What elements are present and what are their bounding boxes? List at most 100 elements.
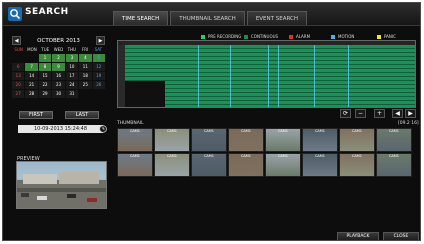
calendar-day[interactable]: 18 bbox=[79, 72, 92, 80]
thumbnail-item[interactable]: CAM1 bbox=[339, 153, 375, 177]
tab-thumbnail-search[interactable]: THUMBNAIL SEARCH bbox=[170, 11, 245, 25]
calendar-day[interactable]: 7 bbox=[25, 63, 38, 71]
title-bar: SEARCH TIME SEARCH THUMBNAIL SEARCH EVEN… bbox=[3, 3, 420, 26]
thumbnail-item[interactable]: CAM1 bbox=[376, 153, 412, 177]
thumbnail-item[interactable]: CAM1 bbox=[191, 128, 227, 152]
thumbnail-item[interactable]: CAM1 bbox=[117, 128, 153, 152]
calendar-day-empty bbox=[79, 90, 91, 98]
calendar-day[interactable]: 14 bbox=[25, 72, 38, 80]
thumbnail-camera-label: CAM1 bbox=[203, 129, 215, 133]
thumbnail-item[interactable]: CAM1 bbox=[376, 128, 412, 152]
window-title: SEARCH bbox=[25, 7, 69, 17]
legend-panic: PANIC bbox=[377, 34, 396, 39]
thumbnail-item[interactable]: CAM1 bbox=[302, 128, 338, 152]
datetime-field[interactable]: 10-09-2013 15:24:48 bbox=[18, 125, 103, 133]
calendar-day[interactable]: 3 bbox=[65, 54, 79, 62]
prev-month-button[interactable]: ◀ bbox=[12, 36, 21, 45]
clock-icon[interactable] bbox=[99, 125, 107, 133]
timeline-grid bbox=[125, 45, 415, 107]
motion-event-marker bbox=[278, 45, 279, 107]
calendar-day[interactable]: 16 bbox=[52, 72, 65, 80]
calendar-day[interactable]: 23 bbox=[52, 81, 65, 89]
calendar-day[interactable]: 17 bbox=[65, 72, 79, 80]
search-icon bbox=[8, 7, 22, 21]
calendar-day[interactable]: 4 bbox=[79, 54, 92, 62]
next-button[interactable]: ▶ bbox=[405, 109, 416, 118]
thumbnail-item[interactable]: CAM1 bbox=[265, 153, 301, 177]
prev-button[interactable]: ◀ bbox=[392, 109, 403, 118]
calendar-day[interactable]: 28 bbox=[25, 90, 38, 98]
calendar-month-label: OCTOBER 2013 bbox=[37, 37, 80, 44]
refresh-button[interactable]: ⟳ bbox=[340, 109, 351, 118]
weekday-label: TUE bbox=[41, 47, 50, 52]
calendar-day[interactable]: 26 bbox=[92, 81, 105, 89]
calendar-day[interactable]: 11 bbox=[79, 63, 92, 71]
thumbnail-camera-label: CAM1 bbox=[314, 129, 326, 133]
calendar-day-empty bbox=[25, 54, 37, 62]
tab-event-search[interactable]: EVENT SEARCH bbox=[246, 11, 307, 25]
legend-pre-recording: PRE RECORDING bbox=[201, 34, 241, 39]
calendar-day[interactable]: 8 bbox=[38, 63, 52, 71]
calendar-day[interactable]: 9 bbox=[52, 63, 65, 71]
calendar-day[interactable]: 19 bbox=[92, 72, 105, 80]
next-month-button[interactable]: ▶ bbox=[96, 36, 105, 45]
legend-label: PRE RECORDING bbox=[208, 34, 242, 39]
thumbnail-camera-label: CAM1 bbox=[129, 129, 141, 133]
weekday-label: THU bbox=[67, 47, 76, 52]
thumbnail-camera-label: CAM1 bbox=[277, 129, 289, 133]
legend-swatch bbox=[289, 34, 293, 39]
calendar-day[interactable]: 10 bbox=[65, 63, 79, 71]
calendar-day[interactable]: 12 bbox=[92, 63, 105, 71]
calendar: ◀ OCTOBER 2013 ▶ SUN MON TUE WED THU FRI… bbox=[12, 36, 105, 98]
motion-event-marker bbox=[314, 45, 315, 107]
calendar-day-empty bbox=[93, 90, 105, 98]
chevron-right-icon: ▶ bbox=[408, 110, 413, 117]
calendar-day[interactable]: 21 bbox=[25, 81, 38, 89]
thumbnail-item[interactable]: CAM1 bbox=[117, 153, 153, 177]
preview-scene-image bbox=[17, 172, 106, 208]
thumbnail-camera-label: CAM1 bbox=[351, 154, 363, 158]
thumbnail-item[interactable]: CAM1 bbox=[154, 153, 190, 177]
legend-swatch bbox=[377, 34, 381, 39]
chevron-left-icon: ◀ bbox=[395, 110, 400, 117]
calendar-day[interactable]: 2 bbox=[52, 54, 65, 62]
search-window: SEARCH TIME SEARCH THUMBNAIL SEARCH EVEN… bbox=[2, 2, 421, 241]
calendar-day[interactable]: 13 bbox=[12, 72, 25, 80]
weekday-label: SAT bbox=[94, 47, 103, 52]
playback-button[interactable]: PLAYBACK bbox=[337, 232, 379, 240]
calendar-day[interactable]: 1 bbox=[38, 54, 52, 62]
last-button[interactable]: LAST bbox=[65, 111, 99, 119]
zoom-out-button[interactable]: − bbox=[355, 109, 366, 118]
weekday-header: SUN MON TUE WED THU FRI SAT bbox=[12, 47, 105, 52]
close-button[interactable]: CLOSE bbox=[383, 232, 419, 240]
thumbnail-item[interactable]: CAM1 bbox=[154, 128, 190, 152]
thumbnail-item[interactable]: CAM1 bbox=[228, 128, 264, 152]
calendar-day[interactable]: 22 bbox=[38, 81, 52, 89]
calendar-day[interactable]: 24 bbox=[65, 81, 79, 89]
calendar-day[interactable]: 6 bbox=[12, 63, 25, 71]
thumbnail-item[interactable]: CAM1 bbox=[191, 153, 227, 177]
calendar-day[interactable]: 31 bbox=[65, 90, 79, 98]
zoom-in-button[interactable]: + bbox=[374, 109, 385, 118]
calendar-day[interactable]: 27 bbox=[12, 90, 25, 98]
timeline-no-record-area bbox=[125, 81, 165, 107]
calendar-day[interactable]: 20 bbox=[12, 81, 25, 89]
thumbnail-item[interactable]: CAM1 bbox=[302, 153, 338, 177]
thumbnail-grid: CAM1 CAM1 CAM1 CAM1 CAM1 CAM1 CAM1 CAM1 CAM1 CAM1… bbox=[117, 128, 416, 177]
thumbnail-item[interactable]: CAM1 bbox=[339, 128, 375, 152]
calendar-day[interactable]: 25 bbox=[79, 81, 92, 89]
thumbnail-camera-label: CAM1 bbox=[129, 154, 141, 158]
recording-timeline[interactable] bbox=[117, 40, 416, 108]
calendar-day[interactable]: 29 bbox=[38, 90, 52, 98]
calendar-day[interactable]: 30 bbox=[52, 90, 65, 98]
thumbnail-item[interactable]: CAM1 bbox=[228, 153, 264, 177]
calendar-day[interactable]: 5 bbox=[92, 54, 105, 62]
legend-label: CONTINUOUS bbox=[251, 34, 279, 39]
tab-time-search[interactable]: TIME SEARCH bbox=[113, 11, 169, 25]
weekday-label: SUN bbox=[14, 47, 23, 52]
calendar-day[interactable]: 15 bbox=[38, 72, 52, 80]
first-button[interactable]: FIRST bbox=[19, 111, 53, 119]
thumbnail-item[interactable]: CAM1 bbox=[265, 128, 301, 152]
legend-continuous: CONTINUOUS bbox=[244, 34, 278, 39]
calendar-day-empty bbox=[12, 54, 24, 62]
